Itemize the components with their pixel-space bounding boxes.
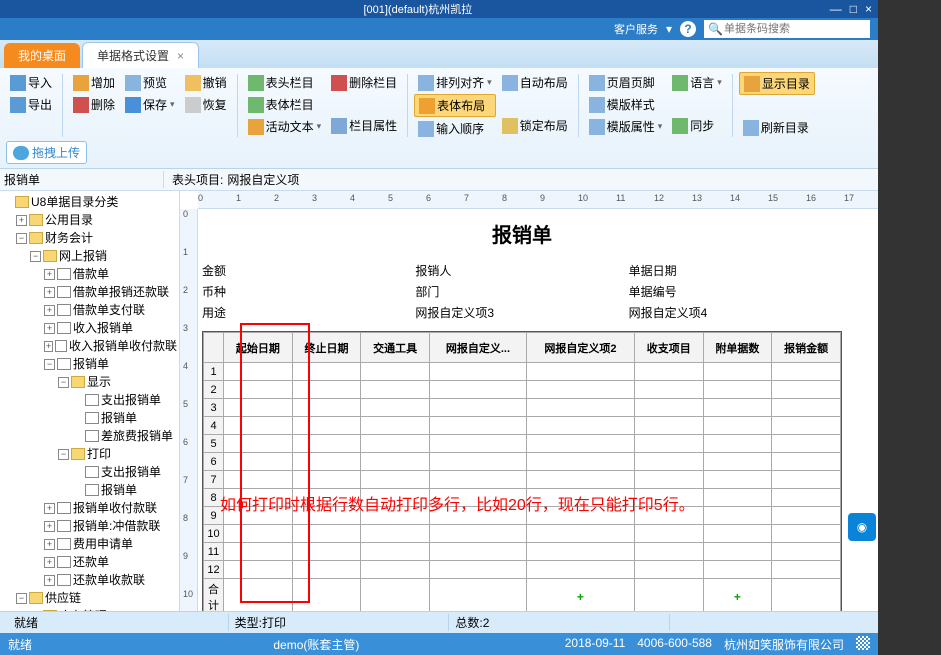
lock-layout-button[interactable]: 锁定布局 (498, 115, 572, 136)
help-icon[interactable]: ? (680, 21, 696, 37)
refresh-toc-button[interactable]: 刷新目录 (739, 117, 815, 138)
table-row[interactable]: 3 (204, 399, 841, 417)
qr-icon[interactable] (856, 636, 870, 650)
table-row[interactable]: 4 (204, 417, 841, 435)
input-order-button[interactable]: 输入顺序 (414, 118, 496, 139)
tab-format-settings[interactable]: 单据格式设置 × (82, 42, 199, 68)
field-currency[interactable]: 币种 (202, 283, 415, 300)
auto-layout-button[interactable]: 自动布局 (498, 72, 572, 93)
dropdown-icon[interactable]: ▾ (666, 22, 672, 36)
footer-ready: 就绪 (8, 636, 68, 653)
field-amount[interactable]: 金额 (202, 262, 415, 279)
design-canvas[interactable]: 012345678910111213141516171819 012345678… (180, 191, 878, 611)
tab-desktop[interactable]: 我的桌面 (4, 43, 80, 68)
table-row[interactable]: 7 (204, 471, 841, 489)
redo-button[interactable]: 恢复 (181, 94, 231, 115)
column-prop-button[interactable]: 栏目属性 (327, 115, 401, 136)
maximize-icon[interactable]: □ (850, 2, 857, 16)
save-button[interactable]: 保存▾ (121, 94, 179, 115)
align-sort-button[interactable]: 排列对齐▾ (414, 72, 496, 93)
dynamic-text-button[interactable]: 活动文本▾ (244, 116, 326, 137)
footer-user: demo(账套主管) (68, 636, 565, 653)
formula-bar: 报销单 表头项目: (0, 169, 878, 191)
footer-bar: 就绪 demo(账套主管) 2018-09-11 4006-600-588 杭州… (0, 633, 878, 655)
title-text: [001](default)杭州凯拉 (6, 1, 830, 17)
document-name: 报销单 (4, 171, 164, 188)
search-icon: 🔍 (708, 22, 723, 36)
template-style-button[interactable]: 模版样式 (585, 94, 667, 115)
directory-tree[interactable]: U8单据目录分类 +公用目录 −财务会计 −网上报销 +借款单 +借款单报销还款… (0, 191, 180, 611)
field-docno[interactable]: 单据编号 (629, 283, 842, 300)
customer-service-link[interactable]: 客户服务 (614, 21, 658, 37)
field-custom3[interactable]: 网报自定义项3 (415, 304, 628, 321)
table-row[interactable]: 2 (204, 381, 841, 399)
formula-input[interactable] (227, 173, 874, 187)
grid-header[interactable]: 收支项目 (634, 333, 703, 363)
detail-grid[interactable]: 起始日期终止日期交通工具网报自定义...网报自定义项2收支项目附单据数报销金额1… (202, 331, 842, 611)
delete-button[interactable]: 删除 (69, 94, 119, 115)
table-row[interactable]: 10 (204, 525, 841, 543)
grid-header[interactable]: 网报自定义... (429, 333, 526, 363)
status-bar: 就绪 类型:打印 总数:2 (0, 611, 878, 633)
field-person[interactable]: 报销人 (415, 262, 628, 279)
page-title: 报销单 (202, 211, 842, 260)
status-ready: 就绪 (8, 614, 229, 631)
horizontal-ruler: 012345678910111213141516171819 (198, 191, 878, 209)
undo-button[interactable]: 撤销 (181, 72, 231, 93)
titlebar: [001](default)杭州凯拉 — □ × (0, 0, 878, 18)
report-page: 报销单 金额 报销人 单据日期 币种 部门 单据编号 用途 网报自定义项3 网报… (202, 211, 842, 611)
table-row[interactable]: 6 (204, 453, 841, 471)
body-column-button[interactable]: 表体栏目 (244, 94, 326, 115)
footer-company: 杭州如笑服饰有限公司 (724, 636, 844, 653)
preview-button[interactable]: 预览 (121, 72, 179, 93)
template-prop-button[interactable]: 模版属性▾ (585, 116, 667, 137)
field-custom4[interactable]: 网报自定义项4 (629, 304, 842, 321)
top-toolbar: 客户服务 ▾ ? 🔍 (0, 18, 878, 40)
sync-button[interactable]: 同步 (668, 115, 726, 136)
table-row[interactable]: 11 (204, 543, 841, 561)
add-button[interactable]: 增加 (69, 72, 119, 93)
language-button[interactable]: 语言▾ (668, 72, 726, 93)
status-count: 总数:2 (449, 614, 670, 631)
field-dept[interactable]: 部门 (415, 283, 628, 300)
minimize-icon[interactable]: — (830, 2, 842, 16)
annotation-text: 如何打印时根据行数自动打印多行，比如20行，现在只能打印5行。 (220, 491, 840, 515)
field-usage[interactable]: 用途 (202, 304, 415, 321)
ribbon: 导入 导出 增加 删除 预览 保存▾ 撤销 恢复 表头栏目 表体栏目 活动文本▾… (0, 68, 878, 169)
import-button[interactable]: 导入 (6, 72, 56, 93)
table-sum-row: 合计++ (204, 579, 841, 612)
status-type: 类型:打印 (229, 614, 450, 631)
field-date[interactable]: 单据日期 (629, 262, 842, 279)
header-footer-button[interactable]: 页眉页脚 (585, 72, 667, 93)
formula-label: 表头项目: (172, 171, 223, 188)
export-button[interactable]: 导出 (6, 94, 56, 115)
grid-header[interactable]: 起始日期 (224, 333, 293, 363)
body-layout-button[interactable]: 表体布局 (414, 94, 496, 117)
tab-strip: 我的桌面 单据格式设置 × (0, 40, 878, 68)
barcode-search-input[interactable] (704, 20, 870, 38)
grid-header[interactable]: 网报自定义项2 (526, 333, 634, 363)
grid-header[interactable]: 报销金额 (772, 333, 841, 363)
head-column-button[interactable]: 表头栏目 (244, 72, 326, 93)
grid-header[interactable]: 终止日期 (292, 333, 361, 363)
tab-close-icon[interactable]: × (177, 49, 184, 63)
remote-assist-icon[interactable]: ◉ (848, 513, 876, 541)
grid-header[interactable]: 交通工具 (361, 333, 430, 363)
upload-badge[interactable]: 拖拽上传 (6, 141, 87, 164)
vertical-ruler: 012345678910111213 (180, 209, 198, 611)
table-row[interactable]: 5 (204, 435, 841, 453)
delete-column-button[interactable]: 删除栏目 (327, 72, 401, 93)
footer-phone: 4006-600-588 (637, 636, 712, 653)
cloud-icon (13, 146, 29, 160)
table-row[interactable]: 12 (204, 561, 841, 579)
grid-header[interactable]: 附单据数 (703, 333, 772, 363)
show-toc-button[interactable]: 显示目录 (739, 72, 815, 95)
footer-date: 2018-09-11 (565, 636, 626, 653)
table-row[interactable]: 1 (204, 363, 841, 381)
close-icon[interactable]: × (865, 2, 872, 16)
